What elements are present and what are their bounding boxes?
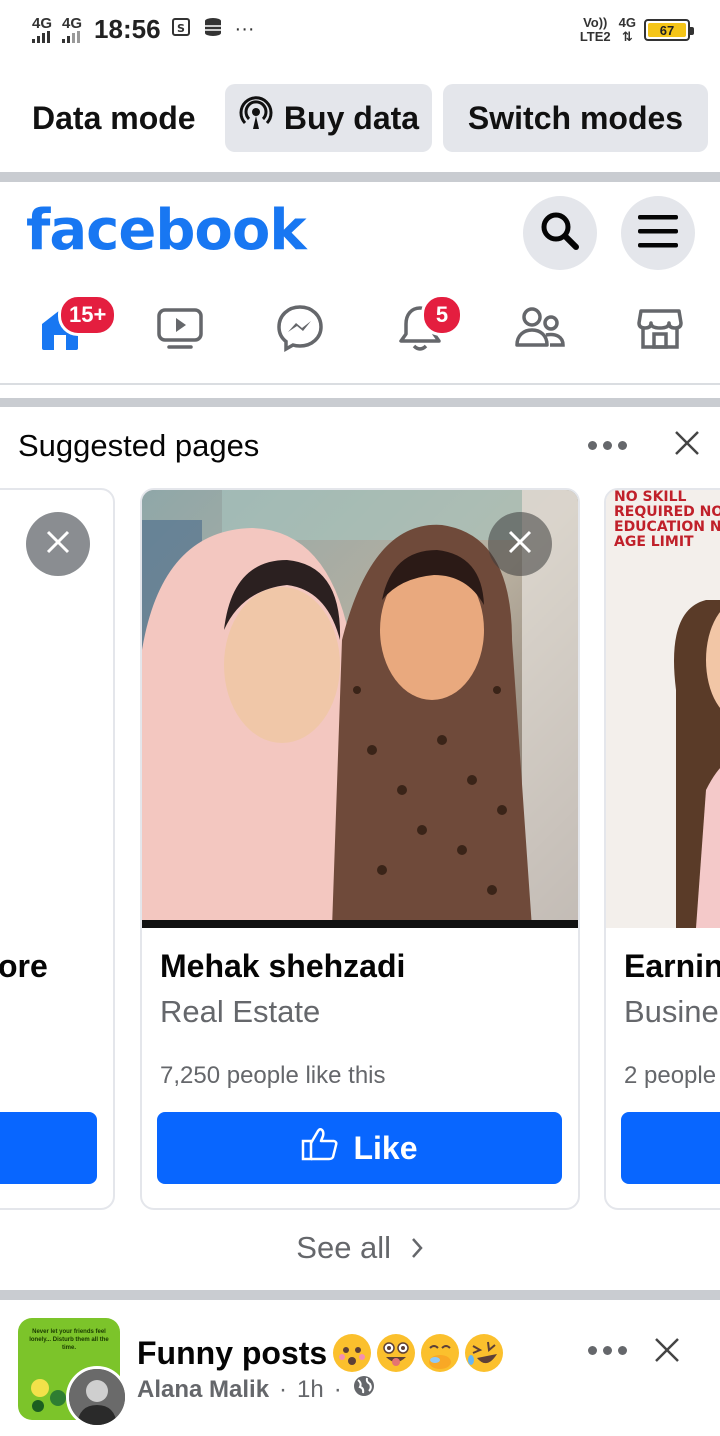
hamburger-menu-icon — [637, 213, 679, 254]
post-more-options-icon[interactable] — [588, 1346, 627, 1355]
screenshot-icon: S — [171, 17, 193, 43]
battery-icon: 67 — [644, 19, 694, 41]
more-notifications-icon: ··· — [234, 18, 255, 40]
page-name[interactable]: Mehak shehzadi — [160, 948, 405, 985]
zany-face-emoji-icon — [377, 1334, 416, 1372]
group-name: Funny posts — [137, 1334, 328, 1371]
globe-icon — [352, 1374, 376, 1405]
rolling-laughing-emoji-icon — [465, 1334, 504, 1372]
signal-sim2-icon: 4G — [62, 16, 82, 43]
close-icon — [506, 528, 534, 561]
suggested-page-card[interactable]: Mehak shehzadi Real Estate 7,250 people … — [140, 488, 580, 1210]
meta-separator: · — [279, 1375, 288, 1403]
nav-divider — [0, 383, 720, 385]
suggested-page-card[interactable]: NO SKILL REQUIRED NO EDUCATION NO AGE LI… — [604, 488, 720, 1210]
chevron-right-icon — [410, 1232, 424, 1268]
page-category: Busine — [624, 994, 719, 1029]
nav-video[interactable] — [150, 300, 210, 360]
like-button[interactable] — [0, 1112, 97, 1184]
page-likes-count: 2 people — [624, 1062, 717, 1089]
dismiss-card-button[interactable] — [26, 512, 90, 576]
dismiss-card-button[interactable] — [488, 512, 552, 576]
search-button[interactable] — [523, 196, 597, 270]
like-button[interactable]: Like — [157, 1112, 562, 1184]
nav-friends[interactable] — [510, 300, 570, 360]
post-meta: Alana Malik · 1h · — [137, 1374, 376, 1405]
battery-level: 67 — [648, 23, 686, 38]
nav-marketplace[interactable] — [630, 300, 690, 360]
nav-messenger[interactable] — [270, 300, 330, 360]
meta-separator: · — [333, 1375, 342, 1403]
switch-modes-label: Switch modes — [467, 99, 684, 136]
suggested-more-options-icon[interactable] — [588, 441, 627, 450]
close-icon — [44, 528, 72, 561]
like-label: Like — [353, 1129, 418, 1166]
see-all-label: See all — [296, 1230, 392, 1265]
status-bar: 4G 4G 18:56 S ··· Vo)) LTE2 4G ⇅ 67 — [0, 0, 720, 66]
section-divider — [0, 172, 720, 182]
suggested-page-card[interactable]: ore — [0, 488, 115, 1210]
signal-sim1-icon: 4G — [32, 16, 52, 43]
suggested-close-icon[interactable] — [672, 428, 702, 458]
svg-text:S: S — [177, 22, 185, 35]
network-type-indicator: 4G ⇅ — [619, 16, 636, 44]
database-icon — [203, 16, 225, 44]
menu-button[interactable] — [621, 196, 695, 270]
hand-over-mouth-emoji-icon — [421, 1334, 460, 1372]
thumbs-up-icon — [301, 1126, 339, 1170]
post-group-title[interactable]: Funny posts — [137, 1334, 504, 1372]
main-nav: 15+ 5 — [0, 290, 720, 380]
network-label: 4G — [618, 15, 636, 30]
friends-icon — [514, 303, 566, 358]
data-mode-label: Data mode — [32, 100, 196, 136]
buy-data-button[interactable]: Buy data — [225, 84, 432, 152]
see-all-link[interactable]: See all — [0, 1230, 720, 1268]
search-icon — [538, 209, 582, 258]
post-time[interactable]: 1h — [297, 1376, 324, 1404]
signal-label: 4G — [62, 15, 83, 32]
signal-label: 4G — [32, 15, 53, 32]
dizzy-face-emoji-icon — [333, 1334, 372, 1372]
section-divider — [0, 398, 720, 407]
page-likes-count: 7,250 people like this — [160, 1062, 386, 1089]
data-mode-bar: Data mode Buy data Switch modes — [0, 84, 720, 156]
page-name: ore — [0, 948, 48, 984]
video-icon — [155, 303, 205, 358]
post-author[interactable]: Alana Malik — [137, 1376, 269, 1404]
volte-indicator: Vo)) LTE2 — [580, 16, 611, 44]
volte-top: Vo)) — [583, 15, 608, 30]
facebook-logo[interactable]: facebook — [26, 198, 307, 263]
volte-bottom: LTE2 — [579, 29, 611, 44]
author-avatar[interactable] — [66, 1366, 128, 1428]
section-divider — [0, 1290, 720, 1300]
clock: 18:56 — [94, 14, 161, 44]
notifications-badge: 5 — [421, 294, 463, 336]
like-button[interactable] — [621, 1112, 720, 1184]
hide-post-icon[interactable] — [652, 1335, 682, 1365]
data-arrows-icon: ⇅ — [621, 29, 633, 44]
home-badge: 15+ — [58, 294, 118, 336]
page-category: Real Estate — [160, 994, 321, 1029]
messenger-icon — [275, 303, 325, 358]
page-cover-photo[interactable] — [606, 490, 720, 928]
page-cover-banner: NO SKILL REQUIRED NO EDUCATION NO AGE LI… — [614, 489, 720, 550]
suggested-pages-title: Suggested pages — [18, 428, 260, 463]
broadcast-icon — [238, 96, 274, 140]
page-name[interactable]: Earnin — [624, 948, 720, 985]
marketplace-icon — [635, 303, 685, 358]
buy-data-label: Buy data — [283, 99, 420, 136]
switch-modes-button[interactable]: Switch modes — [443, 84, 708, 152]
